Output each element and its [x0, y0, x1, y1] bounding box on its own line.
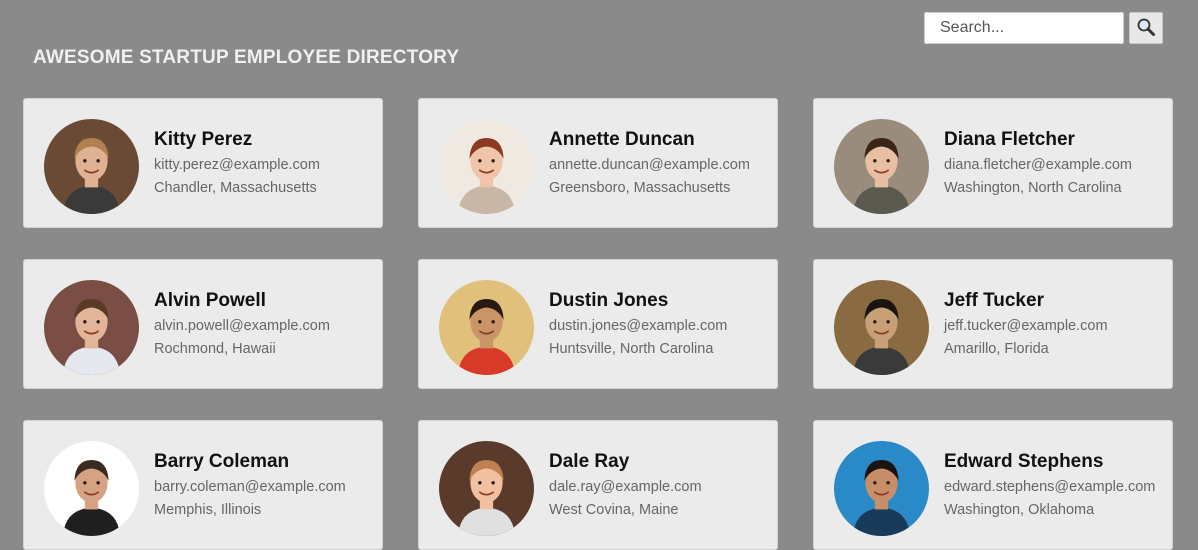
employee-location: Washington, Oklahoma — [944, 502, 1095, 518]
employee-location: Greensboro, Massachusetts — [549, 180, 731, 196]
portrait-image — [44, 441, 139, 536]
avatar — [439, 119, 534, 214]
employee-email: alvin.powell@example.com — [154, 318, 330, 334]
employee-card[interactable]: Dale Ray dale.ray@example.com West Covina,… — [418, 420, 778, 550]
employee-name: Annette Duncan — [549, 129, 695, 150]
employee-location: West Covina, Maine — [549, 502, 679, 518]
avatar — [44, 280, 139, 375]
search-button[interactable] — [1129, 12, 1163, 44]
portrait-image — [834, 280, 929, 375]
employee-name: Kitty Perez — [154, 129, 253, 150]
portrait-image — [439, 441, 534, 536]
portrait-image — [834, 441, 929, 536]
employee-name: Jeff Tucker — [944, 290, 1044, 311]
employee-location: Memphis, Illinois — [154, 502, 262, 518]
employee-name: Barry Coleman — [154, 451, 290, 472]
employee-card[interactable]: Edward Stephens edward.stephens@example.c… — [813, 420, 1173, 550]
employee-email: edward.stephens@example.com — [944, 479, 1156, 495]
employee-email: jeff.tucker@example.com — [944, 318, 1108, 334]
avatar — [834, 119, 929, 214]
avatar — [834, 280, 929, 375]
employee-location: Huntsville, North Carolina — [549, 341, 714, 357]
avatar — [44, 441, 139, 536]
employee-name: Dustin Jones — [549, 290, 669, 311]
avatar — [44, 119, 139, 214]
employee-name: Edward Stephens — [944, 451, 1104, 472]
avatar — [834, 441, 929, 536]
employee-name: Diana Fletcher — [944, 129, 1075, 150]
employee-email: dustin.jones@example.com — [549, 318, 728, 334]
employee-card[interactable]: Jeff Tucker jeff.tucker@example.com Amaril… — [813, 259, 1173, 389]
employee-card[interactable]: Diana Fletcher diana.fletcher@example.com… — [813, 98, 1173, 228]
employee-name: Dale Ray — [549, 451, 630, 472]
portrait-image — [439, 280, 534, 375]
portrait-image — [439, 119, 534, 214]
employee-location: Amarillo, Florida — [944, 341, 1049, 357]
employee-location: Washington, North Carolina — [944, 180, 1122, 196]
portrait-image — [44, 119, 139, 214]
page-title: AWESOME STARTUP EMPLOYEE DIRECTORY — [33, 47, 460, 68]
employee-location: Rochmond, Hawaii — [154, 341, 276, 357]
avatar — [439, 441, 534, 536]
employee-card[interactable]: Annette Duncan annette.duncan@example.com… — [418, 98, 778, 228]
search-input[interactable] — [924, 12, 1124, 44]
avatar — [439, 280, 534, 375]
employee-location: Chandler, Massachusetts — [154, 180, 317, 196]
employee-card[interactable]: Dustin Jones dustin.jones@example.com Hunt… — [418, 259, 778, 389]
search-bar — [924, 12, 1163, 44]
employee-name: Alvin Powell — [154, 290, 266, 311]
employee-card[interactable]: Barry Coleman barry.coleman@example.com Me… — [23, 420, 383, 550]
employee-email: diana.fletcher@example.com — [944, 157, 1133, 173]
employee-email: kitty.perez@example.com — [154, 157, 320, 173]
magnifier-icon — [1136, 17, 1156, 40]
employee-card[interactable]: Kitty Perez kitty.perez@example.com Chandl… — [23, 98, 383, 228]
portrait-image — [834, 119, 929, 214]
employee-card[interactable]: Alvin Powell alvin.powell@example.com Roch… — [23, 259, 383, 389]
employee-email: annette.duncan@example.com — [549, 157, 750, 173]
employee-email: dale.ray@example.com — [549, 479, 702, 495]
portrait-image — [44, 280, 139, 375]
employee-email: barry.coleman@example.com — [154, 479, 346, 495]
